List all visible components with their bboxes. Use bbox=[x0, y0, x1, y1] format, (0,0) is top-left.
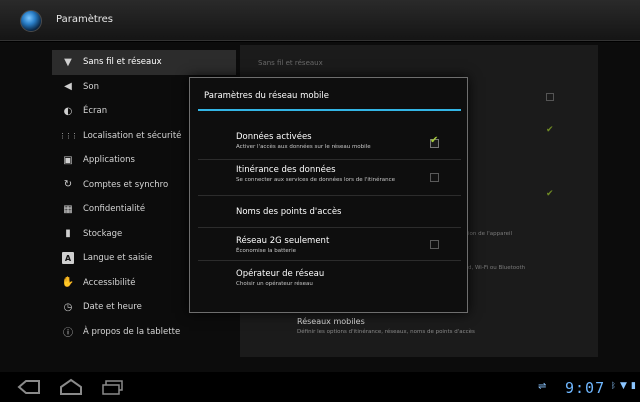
action-bar: Paramètres bbox=[0, 0, 640, 41]
setting-row-access-point-names[interactable]: Noms des points d'accès bbox=[198, 196, 461, 228]
wifi-signal-icon: ▼ bbox=[620, 381, 627, 391]
sync-icon: ↻ bbox=[63, 179, 73, 191]
row-title: Noms des points d'accès bbox=[236, 207, 342, 217]
detail-checkbox-wifi[interactable]: ✔ bbox=[546, 125, 554, 135]
detail-checkbox-bluetooth[interactable]: ✔ bbox=[546, 189, 554, 199]
applications-icon: ▣ bbox=[63, 154, 73, 166]
data-roaming-checkbox[interactable] bbox=[430, 173, 439, 182]
detail-side-text: d, Wi-Fi ou Bluetooth bbox=[468, 265, 526, 271]
sidebar-item-label: Applications bbox=[83, 155, 135, 166]
row-title: Données activées bbox=[236, 132, 312, 142]
wifi-icon: ▼ bbox=[64, 56, 72, 68]
row-title: Réseau 2G seulement bbox=[236, 236, 330, 246]
mobile-networks-subtitle: Définir les options d'itinérance, réseau… bbox=[297, 329, 475, 335]
sidebar-item-label: À propos de la tablette bbox=[83, 326, 181, 337]
mobile-network-dialog: Paramètres du réseau mobile Données acti… bbox=[189, 77, 468, 313]
row-subtitle: Activer l'accès aux données sur le résea… bbox=[236, 144, 371, 150]
keyboard-letter-icon: A bbox=[62, 252, 74, 265]
home-icon bbox=[60, 378, 82, 395]
detail-checkbox-airplane[interactable] bbox=[546, 93, 554, 101]
detail-header: Sans fil et réseaux bbox=[258, 59, 323, 67]
usb-icon: ⇌ bbox=[538, 381, 547, 392]
dialog-title-divider bbox=[198, 109, 461, 111]
status-clock[interactable]: 9:07 bbox=[565, 379, 605, 397]
sidebar-item-label: Date et heure bbox=[83, 302, 142, 313]
row-title: Opérateur de réseau bbox=[236, 269, 325, 279]
bluetooth-icon: ᛒ bbox=[611, 381, 616, 390]
sidebar-item-label: Localisation et sécurité bbox=[83, 130, 182, 141]
clock-icon: ◷ bbox=[63, 301, 73, 313]
check-icon: ✔ bbox=[430, 135, 439, 146]
setting-row-network-operator[interactable]: Opérateur de réseau Choisir un opérateur… bbox=[198, 261, 461, 295]
hand-icon: ✋ bbox=[61, 277, 75, 289]
sidebar-item-label: Comptes et synchro bbox=[83, 179, 169, 190]
2g-only-checkbox[interactable] bbox=[430, 240, 439, 249]
grid-lock-icon: ⋮⋮⋮ bbox=[59, 131, 78, 140]
sidebar-item-label: Confidentialité bbox=[83, 204, 146, 215]
sidebar-item-label: Langue et saisie bbox=[83, 253, 153, 264]
battery-icon: ▮ bbox=[631, 381, 636, 391]
sidebar-item-label: Stockage bbox=[83, 228, 123, 239]
setting-row-data-roaming[interactable]: Itinérance des données Se connecter aux … bbox=[198, 160, 461, 196]
recent-apps-button[interactable] bbox=[100, 378, 126, 396]
recent-apps-icon bbox=[102, 380, 123, 395]
sidebar-item-about-tablet[interactable]: ⓘ À propos de la tablette bbox=[52, 320, 236, 345]
row-title: Itinérance des données bbox=[236, 165, 336, 175]
setting-row-2g-only[interactable]: Réseau 2G seulement Économise la batteri… bbox=[198, 228, 461, 261]
home-button[interactable] bbox=[58, 378, 84, 396]
row-subtitle: Se connecter aux services de données lor… bbox=[236, 177, 395, 183]
row-subtitle: Économise la batterie bbox=[236, 248, 296, 254]
sidebar-item-label: Écran bbox=[83, 106, 108, 117]
mobile-networks-title[interactable]: Réseaux mobiles bbox=[297, 317, 365, 326]
row-subtitle: Choisir un opérateur réseau bbox=[236, 281, 313, 287]
data-enabled-checkbox[interactable]: ✔ bbox=[430, 135, 439, 148]
sidebar-item-label: Sans fil et réseaux bbox=[83, 57, 162, 68]
sidebar-item-wireless[interactable]: ▼ Sans fil et réseaux bbox=[52, 50, 236, 75]
dialog-title: Paramètres du réseau mobile bbox=[204, 91, 329, 101]
setting-row-data-enabled[interactable]: Données activées Activer l'accès aux don… bbox=[198, 126, 461, 160]
speaker-icon: ◀ bbox=[64, 81, 72, 93]
sidebar-item-label: Son bbox=[83, 81, 99, 92]
back-icon bbox=[17, 380, 40, 394]
detail-side-text: ion de l'appareil bbox=[468, 231, 513, 237]
app-title: Paramètres bbox=[56, 14, 114, 25]
storage-icon: ▮ bbox=[65, 228, 71, 240]
back-button[interactable] bbox=[16, 378, 42, 396]
settings-app-icon[interactable] bbox=[20, 10, 42, 32]
info-icon: ⓘ bbox=[63, 328, 73, 340]
system-bar: ⇌ 9:07 ᛒ ▼ ▮ bbox=[0, 372, 640, 402]
sidebar-item-label: Accessibilité bbox=[83, 277, 136, 288]
privacy-icon: ▦ bbox=[63, 203, 73, 215]
brightness-icon: ◐ bbox=[63, 105, 73, 117]
